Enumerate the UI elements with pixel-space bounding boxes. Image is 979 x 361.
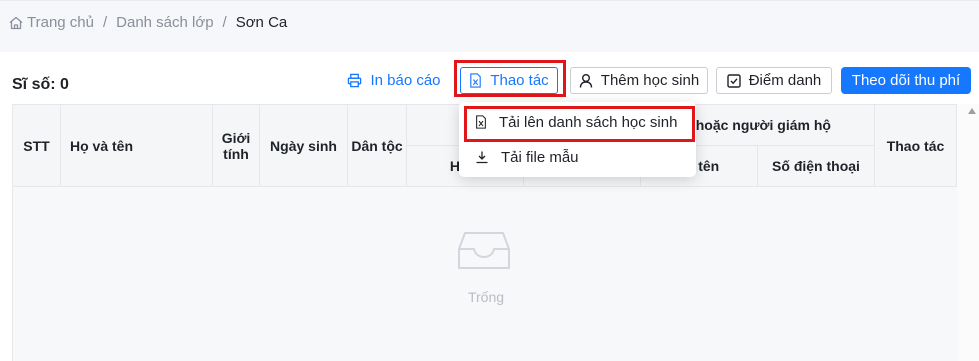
column-header-dob: Ngày sinh: [260, 105, 348, 187]
print-report-button[interactable]: In báo cáo: [344, 67, 444, 94]
add-student-label: Thêm học sinh: [600, 72, 700, 89]
checkbox-icon: [727, 73, 741, 88]
download-template-menu-item[interactable]: Tải file mẫu: [459, 141, 696, 173]
main-content: Sĩ số: 0 In báo cáo Thao tác Thêm học si…: [0, 52, 979, 361]
highlight-actions-button: [454, 60, 566, 97]
attendance-button[interactable]: Điểm danh: [716, 67, 832, 94]
highlight-upload-menu-item: [464, 106, 695, 142]
column-header-ethnicity: Dân tộc: [348, 105, 407, 187]
printer-icon: [348, 73, 362, 88]
download-icon: [476, 151, 488, 164]
download-template-label: Tải file mẫu: [501, 148, 579, 166]
student-count: Sĩ số: 0: [12, 76, 69, 93]
empty-inbox-icon: [458, 232, 510, 269]
breadcrumb-separator: /: [222, 14, 227, 31]
home-icon[interactable]: [8, 15, 24, 31]
scrollbar[interactable]: [957, 104, 979, 361]
breadcrumb-current: Sơn Ca: [235, 14, 288, 31]
column-header-stt: STT: [13, 105, 61, 187]
print-report-label: In báo cáo: [370, 72, 441, 89]
column-header-actions: Thao tác: [875, 105, 957, 187]
scroll-up-arrow-icon[interactable]: [968, 108, 976, 114]
breadcrumb-separator: /: [102, 14, 108, 31]
track-fees-button[interactable]: Theo dõi thu phí: [841, 67, 971, 94]
breadcrumb-class-list[interactable]: Danh sách lớp: [116, 14, 213, 31]
user-icon: [579, 74, 592, 88]
empty-text: Trống: [467, 289, 505, 305]
attendance-label: Điểm danh: [748, 72, 822, 89]
column-header-gender: Giới tính: [213, 105, 260, 187]
breadcrumb: Trang chủ / Danh sách lớp / Sơn Ca: [8, 14, 287, 31]
column-header-full-name: Họ và tên: [61, 105, 213, 187]
top-bar: Trang chủ / Danh sách lớp / Sơn Ca: [0, 0, 979, 52]
breadcrumb-home[interactable]: Trang chủ: [27, 14, 94, 31]
column-header-guardian-phone: Số điện thoại: [758, 146, 875, 187]
add-student-button[interactable]: Thêm học sinh: [570, 67, 708, 94]
table-body: Trống: [13, 187, 971, 361]
